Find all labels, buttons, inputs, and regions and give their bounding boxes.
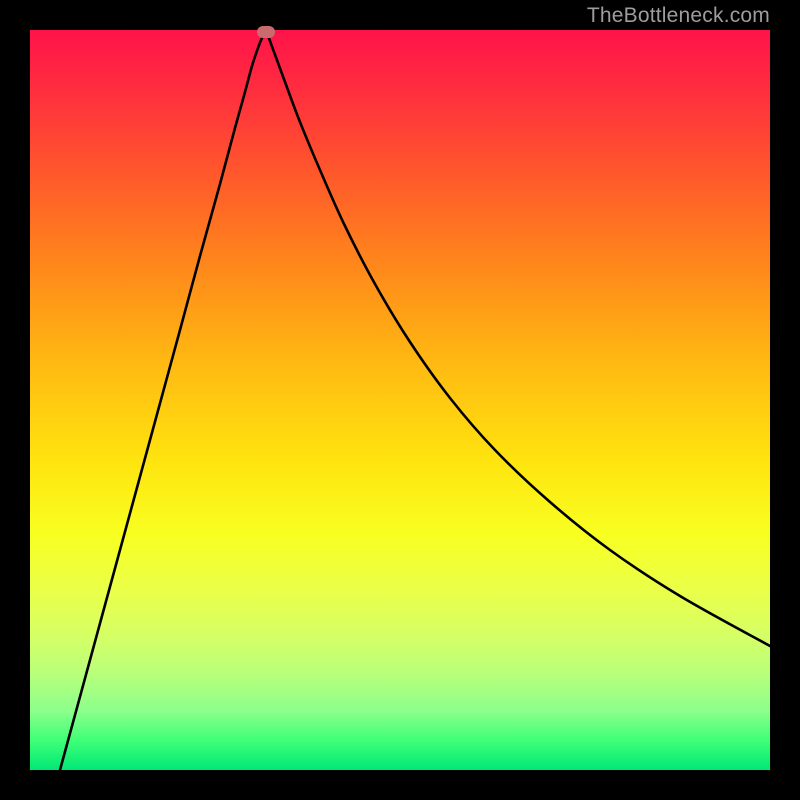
curve-minimum-marker	[257, 26, 275, 38]
curve-path	[60, 31, 770, 770]
watermark-text: TheBottleneck.com	[587, 4, 770, 28]
bottleneck-curve	[30, 30, 770, 770]
black-frame: TheBottleneck.com	[0, 0, 800, 800]
